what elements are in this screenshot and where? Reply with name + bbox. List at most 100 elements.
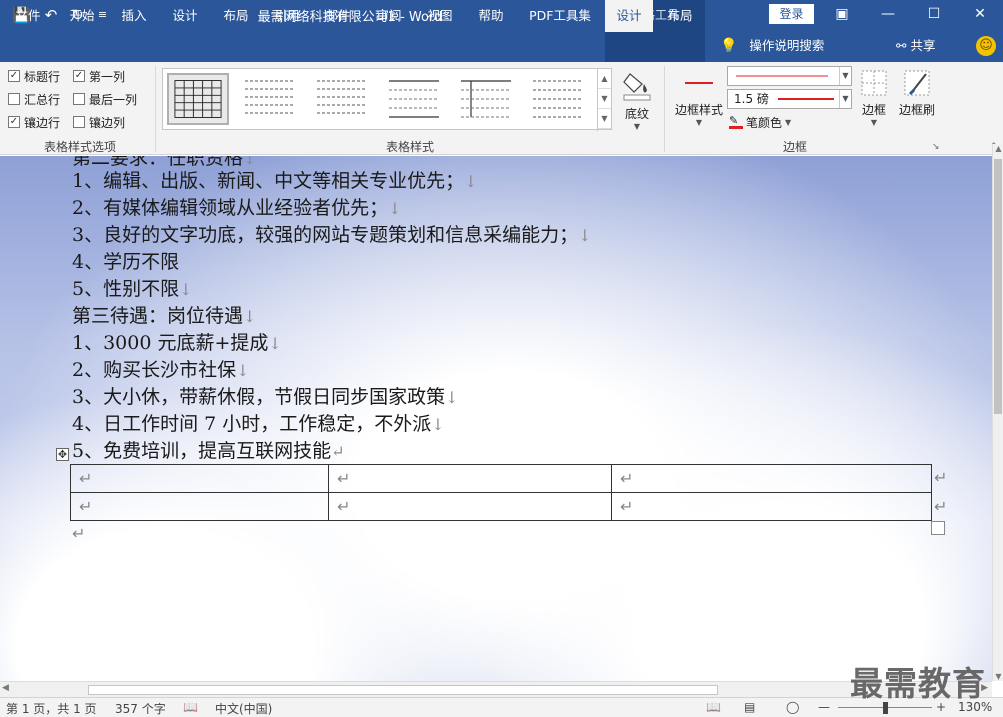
chevron-down-icon: ▼ (870, 118, 878, 127)
table-cell[interactable]: ↵ (611, 464, 932, 493)
table-style-thumbnail[interactable] (527, 73, 589, 125)
borders-label: 边框 (861, 103, 886, 117)
gallery-down-icon[interactable]: ▼ (598, 89, 611, 109)
web-layout-icon[interactable]: ◯ (786, 700, 799, 714)
zoom-out-icon[interactable]: — (818, 700, 830, 714)
doc-line: 2、购买长沙市社保↓ (72, 359, 250, 381)
context-tabs-band (605, 30, 705, 62)
checkbox-icon (8, 93, 20, 105)
table-cell[interactable]: ↵ (70, 492, 329, 521)
table-resize-handle[interactable] (931, 521, 945, 535)
tab-layout[interactable]: 布局 (216, 0, 256, 32)
chevron-down-icon: ▼ (839, 90, 851, 108)
share-button[interactable]: ⚯ 共享 (896, 30, 935, 62)
doc-line: 5、免费培训，提高互联网技能↵ (72, 440, 345, 462)
scroll-up-icon[interactable]: ▲ (993, 144, 1003, 153)
checkbox-header-row[interactable]: ✓ 标题行 (8, 67, 60, 85)
table-row: ↵ ↵ ↵ (70, 464, 932, 493)
table-cell[interactable]: ↵ (611, 492, 932, 521)
checkbox-banded-rows[interactable]: ✓ 镶边行 (8, 113, 60, 131)
border-painter-button[interactable]: 边框刷 (895, 68, 939, 118)
borders-button[interactable]: 边框 ▼ (856, 68, 892, 127)
border-styles-button[interactable]: 边框样式 ▼ (672, 68, 726, 127)
scroll-thumb[interactable] (88, 685, 718, 695)
checkbox-label: 第一列 (89, 69, 126, 84)
gallery-more-icon[interactable]: ▼ (598, 109, 611, 129)
tell-me-search[interactable]: 💡 操作说明搜索 (720, 30, 824, 62)
checkbox-icon: ✓ (8, 116, 20, 128)
tab-home[interactable]: 开始 (62, 0, 102, 32)
line-weight-dropdown[interactable]: 1.5 磅 ▼ (727, 89, 852, 109)
ribbon-display-icon[interactable]: ▣ (819, 0, 865, 30)
page-count[interactable]: 第 1 页，共 1 页 (6, 700, 97, 717)
doc-line: 第三待遇：岗位待遇↓ (72, 305, 257, 327)
doc-line: 4、学历不限 (72, 251, 180, 273)
checkbox-total-row[interactable]: 汇总行 (8, 90, 60, 108)
minimize-icon[interactable]: — (865, 0, 911, 30)
tab-pdf-tools[interactable]: PDF工具集 (524, 0, 596, 32)
proofing-icon[interactable]: 📖 (183, 700, 198, 714)
word-count[interactable]: 357 个字 (115, 700, 166, 717)
language-indicator[interactable]: 中文(中国) (215, 700, 272, 717)
tab-help[interactable]: 帮助 (471, 0, 511, 32)
group-label-borders: 边框 (782, 140, 807, 154)
checkbox-banded-columns[interactable]: 镶边列 (73, 113, 125, 131)
checkbox-last-column[interactable]: 最后一列 (73, 90, 137, 108)
dialog-launcher-icon[interactable]: ↘ (932, 142, 940, 152)
gallery-up-icon[interactable]: ▲ (598, 69, 611, 89)
vertical-scrollbar[interactable]: ▲ ▼ (992, 144, 1003, 681)
tab-design[interactable]: 设计 (165, 0, 205, 32)
person-icon: ⚯ (896, 38, 907, 53)
document-page[interactable]: 第二要求：任职资格↓ 1、编辑、出版、新闻、中文等相关专业优先；↓ 2、有媒体编… (0, 156, 992, 681)
scroll-thumb[interactable] (994, 159, 1002, 414)
table-style-thumbnail[interactable] (311, 73, 373, 125)
pen-color-button[interactable]: ✎ 笔颜色 ▼ (729, 113, 791, 131)
scroll-down-icon[interactable]: ▼ (993, 672, 1003, 681)
tab-view[interactable]: 视图 (420, 0, 460, 32)
lightbulb-icon: 💡 (720, 38, 738, 54)
tab-table-design[interactable]: 设计 (605, 0, 653, 32)
group-label-style-options: 表格样式选项 (43, 140, 116, 154)
checkbox-icon: ✓ (73, 70, 85, 82)
line-style-dropdown[interactable]: ▼ (727, 66, 852, 86)
print-layout-icon[interactable]: ▤ (744, 700, 755, 714)
line-weight-value: 1.5 磅 (734, 92, 769, 106)
shading-button[interactable]: 底纹 ▼ (618, 68, 656, 131)
close-icon[interactable]: ✕ (957, 0, 1003, 30)
border-painter-label: 边框刷 (898, 103, 935, 117)
checkbox-label: 镶边列 (89, 115, 126, 130)
checkbox-first-column[interactable]: ✓ 第一列 (73, 67, 125, 85)
table-style-thumbnail[interactable] (455, 73, 517, 125)
table-style-thumbnail[interactable] (383, 73, 445, 125)
shading-label: 底纹 (624, 107, 649, 121)
table-cell[interactable]: ↵ (328, 492, 612, 521)
horizontal-scrollbar[interactable]: ◀ ▶ (0, 681, 992, 697)
tab-table-layout[interactable]: 布局 (657, 0, 703, 32)
scroll-left-icon[interactable]: ◀ (2, 683, 9, 693)
table-move-handle-icon[interactable]: ✥ (56, 448, 69, 461)
chevron-down-icon: ▼ (695, 118, 703, 127)
tab-insert[interactable]: 插入 (114, 0, 154, 32)
pen-color-label: 笔颜色 (746, 115, 783, 130)
border-styles-label: 边框样式 (674, 103, 723, 117)
doc-line: 5、性别不限↓ (72, 278, 193, 300)
table-style-thumbnail[interactable] (239, 73, 301, 125)
tab-file[interactable]: 文件 (10, 0, 46, 32)
doc-line: 4、日工作时间 7 小时，工作稳定，不外派↓ (72, 413, 445, 435)
checkbox-label: 最后一列 (89, 92, 138, 107)
tell-me-label: 操作说明搜索 (749, 38, 825, 53)
tab-review[interactable]: 审阅 (369, 0, 409, 32)
tab-references[interactable]: 引用 (267, 0, 307, 32)
doc-line: 1、编辑、出版、新闻、中文等相关专业优先；↓ (72, 170, 478, 192)
login-button[interactable]: 登录 (769, 4, 814, 24)
border-painter-icon (904, 70, 930, 96)
read-mode-icon[interactable]: 📖 (706, 700, 721, 714)
maximize-icon[interactable]: ☐ (911, 0, 957, 30)
gallery-scroll[interactable]: ▲ ▼ ▼ (597, 69, 611, 131)
table-style-thumbnail[interactable] (167, 73, 229, 125)
share-label: 共享 (910, 38, 936, 53)
table-cell[interactable]: ↵ (328, 464, 612, 493)
table-cell[interactable]: ↵ (70, 464, 329, 493)
feedback-smiley-icon[interactable]: ☺ (976, 36, 996, 56)
tab-mailings[interactable]: 邮件 (318, 0, 358, 32)
